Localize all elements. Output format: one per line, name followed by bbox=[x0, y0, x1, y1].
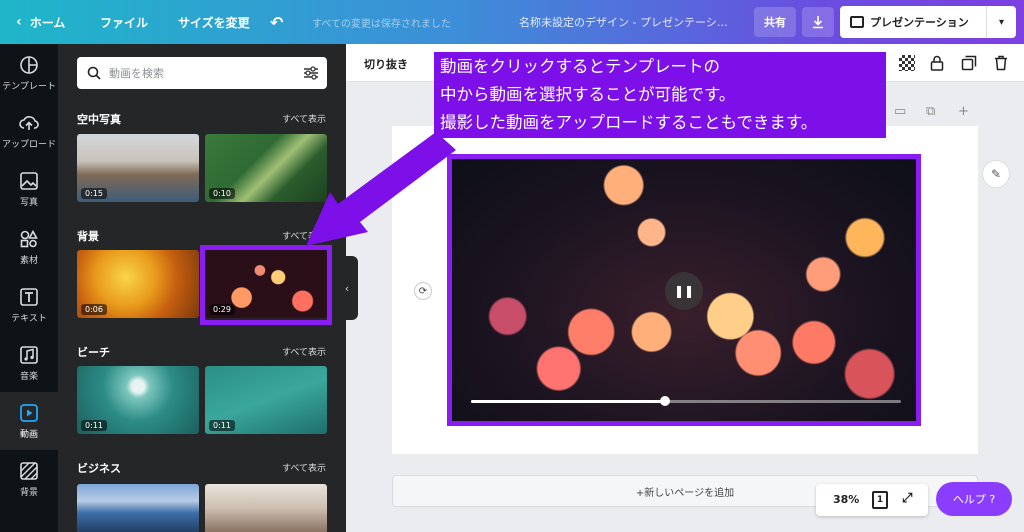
zoom-level[interactable]: 38% bbox=[833, 493, 859, 506]
side-rail: テンプレート アップロード 写真 素材 テキスト 音楽 動画 背景 bbox=[0, 44, 58, 532]
selection-highlight bbox=[200, 245, 332, 325]
video-icon bbox=[19, 403, 39, 423]
download-button[interactable] bbox=[802, 7, 834, 37]
chevron-left-icon: ‹ bbox=[344, 281, 350, 295]
undo-icon[interactable]: ↶ bbox=[270, 0, 283, 44]
section-title: ビジネス bbox=[77, 462, 121, 475]
video-thumbnail[interactable] bbox=[205, 484, 327, 532]
rail-item-photo[interactable]: 写真 bbox=[0, 160, 58, 218]
home-label: ホーム bbox=[29, 15, 66, 30]
rotate-icon[interactable]: ⟳ bbox=[414, 282, 432, 300]
present-button[interactable]: プレゼンテーション ▾ bbox=[840, 6, 1016, 38]
video-thumbnail[interactable]: 0:11 bbox=[205, 366, 327, 434]
upload-icon bbox=[19, 113, 39, 133]
video-progress-bar[interactable] bbox=[471, 400, 901, 403]
chevron-left-icon: ‹ bbox=[16, 14, 22, 30]
annotation-callout: 動画をクリックするとテンプレートの 中から動画を選択することが可能です。 撮影し… bbox=[434, 52, 886, 138]
present-icon bbox=[850, 16, 864, 28]
chevron-down-icon[interactable]: ▾ bbox=[986, 6, 1016, 38]
rail-label: テンプレート bbox=[2, 81, 56, 92]
pause-button[interactable]: ❚❚ bbox=[665, 272, 703, 310]
photo-icon bbox=[19, 171, 39, 191]
rail-item-music[interactable]: 音楽 bbox=[0, 334, 58, 392]
search-icon bbox=[87, 66, 101, 80]
rail-label: 写真 bbox=[19, 197, 38, 208]
callout-line: 撮影した動画をアップロードすることもできます。 bbox=[440, 113, 818, 132]
callout-line: 中から動画を選択することが可能です。 bbox=[440, 85, 736, 104]
duration-badge: 0:15 bbox=[81, 188, 107, 199]
search-placeholder: 動画を検索 bbox=[109, 67, 164, 80]
document-title[interactable]: 名称未設定のデザイン - プレゼンテーシ… bbox=[519, 0, 743, 44]
home-button[interactable]: ‹ ホーム bbox=[16, 0, 65, 44]
callout-line: 動画をクリックするとテンプレートの bbox=[440, 57, 721, 76]
trash-icon[interactable] bbox=[992, 54, 1010, 72]
help-button[interactable]: ヘルプ ? bbox=[936, 482, 1012, 516]
video-thumbnail[interactable]: 0:06 bbox=[77, 250, 199, 318]
duplicate-icon[interactable] bbox=[960, 54, 978, 72]
progress-fill bbox=[471, 400, 665, 403]
template-icon bbox=[19, 55, 39, 75]
rail-item-text[interactable]: テキスト bbox=[0, 276, 58, 334]
note-icon[interactable]: ▭ bbox=[894, 104, 906, 119]
duration-badge: 0:10 bbox=[209, 188, 235, 199]
fullscreen-icon[interactable]: ⤢ bbox=[902, 491, 912, 506]
download-icon bbox=[813, 16, 823, 29]
background-icon bbox=[19, 461, 39, 481]
video-thumbnail[interactable]: 0:11 bbox=[77, 366, 199, 434]
rail-label: 素材 bbox=[19, 255, 38, 266]
rail-item-video[interactable]: 動画 bbox=[0, 392, 58, 450]
share-button[interactable]: 共有 bbox=[754, 7, 796, 37]
duration-badge: 0:11 bbox=[81, 420, 107, 431]
search-input[interactable]: 動画を検索 bbox=[77, 57, 327, 89]
lock-icon[interactable] bbox=[928, 54, 946, 72]
present-label: プレゼンテーション bbox=[870, 16, 969, 29]
top-bar: ‹ ホーム ファイル サイズを変更 ↶ すべての変更は保存されました 名称未設定… bbox=[0, 0, 1024, 44]
see-all-link[interactable]: すべて表示 bbox=[282, 461, 326, 474]
file-menu[interactable]: ファイル bbox=[100, 0, 148, 44]
comment-icon[interactable]: ✎ bbox=[982, 160, 1010, 188]
section-title: 空中写真 bbox=[77, 113, 121, 126]
section-title: ビーチ bbox=[77, 346, 110, 359]
elements-icon bbox=[19, 229, 39, 249]
rail-label: 動画 bbox=[19, 429, 38, 440]
video-thumbnail[interactable]: 0:15 bbox=[77, 134, 199, 202]
video-thumbnail[interactable]: 0:10 bbox=[205, 134, 327, 202]
page-count-icon[interactable]: 1 bbox=[872, 491, 888, 509]
transparency-icon[interactable] bbox=[898, 54, 916, 72]
progress-knob[interactable] bbox=[659, 396, 670, 406]
collapse-panel-button[interactable]: ‹ bbox=[336, 256, 358, 320]
pause-icon: ❚❚ bbox=[673, 284, 695, 298]
resize-button[interactable]: サイズを変更 bbox=[178, 0, 250, 44]
add-icon[interactable]: + bbox=[958, 104, 969, 119]
crop-button[interactable]: 切り抜き bbox=[364, 56, 408, 72]
rail-label: アップロード bbox=[1, 139, 56, 150]
see-all-link[interactable]: すべて表示 bbox=[282, 229, 326, 242]
rail-item-upload[interactable]: アップロード bbox=[0, 102, 58, 160]
see-all-link[interactable]: すべて表示 bbox=[282, 345, 326, 358]
duration-badge: 0:11 bbox=[209, 420, 235, 431]
copy-page-icon[interactable]: ⧉ bbox=[926, 104, 935, 119]
filter-icon[interactable] bbox=[303, 65, 319, 81]
text-icon bbox=[19, 287, 39, 307]
rail-item-background[interactable]: 背景 bbox=[0, 450, 58, 508]
save-status: すべての変更は保存されました bbox=[312, 18, 451, 30]
section-title: 背景 bbox=[77, 230, 99, 243]
video-thumbnail[interactable] bbox=[77, 484, 199, 532]
video-panel: 動画を検索 空中写真 すべて表示 0:15 0:10 背景 すべて表示 0:06… bbox=[58, 44, 346, 532]
zoom-controls: 38% 1 ⤢ bbox=[816, 484, 928, 516]
rail-item-elements[interactable]: 素材 bbox=[0, 218, 58, 276]
rail-item-template[interactable]: テンプレート bbox=[0, 44, 58, 102]
duration-badge: 0:06 bbox=[81, 304, 107, 315]
rail-label: 音楽 bbox=[19, 371, 38, 382]
rail-label: テキスト bbox=[11, 313, 47, 324]
see-all-link[interactable]: すべて表示 bbox=[282, 112, 326, 125]
music-icon bbox=[19, 345, 39, 365]
rail-label: 背景 bbox=[19, 487, 38, 498]
